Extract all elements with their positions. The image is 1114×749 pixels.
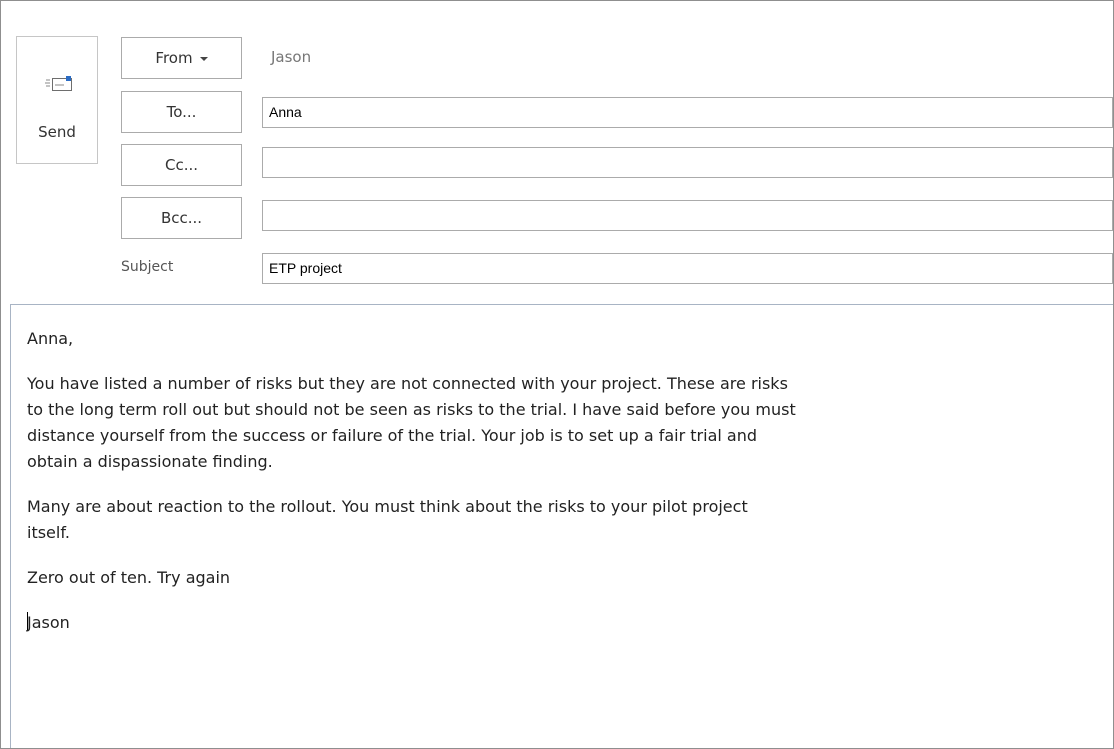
chevron-down-icon (199, 57, 208, 61)
cc-field[interactable] (262, 147, 1113, 178)
compose-header: Send From Jason To... Anna Cc... Bcc... … (1, 1, 1113, 296)
to-field[interactable]: Anna (262, 97, 1113, 128)
body-paragraph: You have listed a number of risks but th… (27, 374, 796, 471)
cc-button[interactable]: Cc... (121, 144, 242, 186)
compose-window: Send From Jason To... Anna Cc... Bcc... … (0, 0, 1114, 749)
send-button[interactable]: Send (16, 36, 98, 164)
message-body[interactable]: Anna, You have listed a number of risks … (10, 304, 1113, 748)
body-paragraph: Zero out of ten. Try again (27, 568, 231, 587)
from-value: Jason (271, 48, 312, 66)
bcc-field[interactable] (262, 200, 1113, 231)
subject-label: Subject (121, 259, 174, 275)
send-mail-icon (45, 76, 72, 91)
to-button[interactable]: To... (121, 91, 242, 133)
bcc-button[interactable]: Bcc... (121, 197, 242, 239)
from-label: From (155, 49, 193, 67)
subject-field[interactable]: ETP project (262, 253, 1113, 284)
body-signature: Jason (27, 613, 70, 632)
body-signature-line: Jason (27, 610, 1113, 636)
from-button[interactable]: From (121, 37, 242, 79)
body-greeting: Anna, (27, 329, 74, 348)
send-label: Send (38, 123, 76, 141)
body-paragraph: Many are about reaction to the rollout. … (27, 497, 748, 542)
